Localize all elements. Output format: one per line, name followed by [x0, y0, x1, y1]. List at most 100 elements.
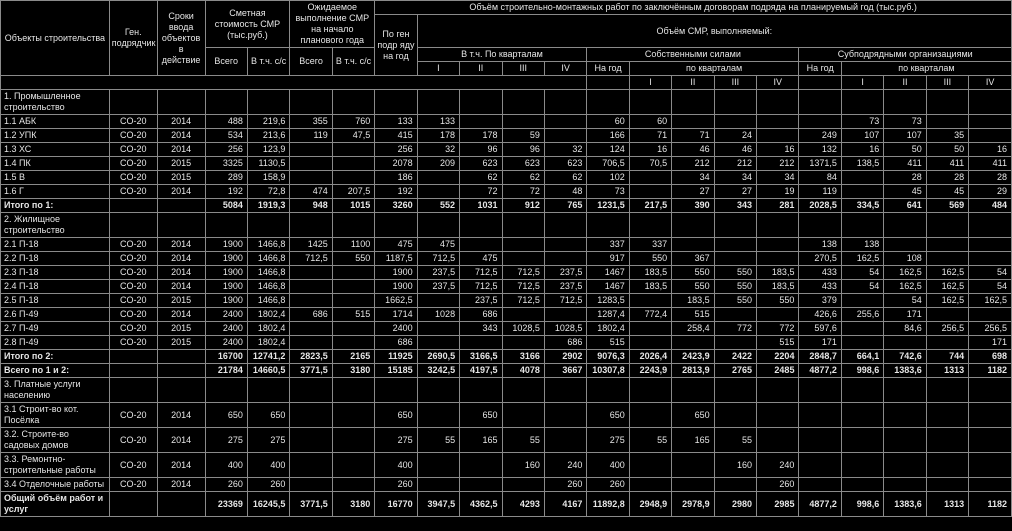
col-exp-total: Всего: [290, 48, 332, 76]
cell: 275: [205, 428, 247, 453]
cell: 1900: [205, 238, 247, 252]
cell: 162,5: [969, 294, 1012, 308]
cell: 1900: [375, 266, 417, 280]
cell: [629, 171, 671, 185]
cell: [672, 238, 714, 252]
cell: [969, 238, 1012, 252]
cell: 400: [247, 453, 289, 478]
cell: [332, 428, 374, 453]
cell: [332, 294, 374, 308]
cell: 515: [587, 336, 629, 350]
cell: [332, 157, 374, 171]
cell: [884, 478, 926, 492]
cell: 2015: [157, 336, 205, 350]
cell: [544, 115, 586, 129]
col-exp-ss: В т.ч. с/с: [332, 48, 374, 76]
cell: [544, 90, 586, 115]
row-label: Общий объём работ и услуг: [1, 492, 110, 517]
cell: 1383,6: [884, 492, 926, 517]
cell: 1031: [460, 199, 502, 213]
cell: 14660,5: [247, 364, 289, 378]
cell: [417, 453, 459, 478]
cell: [247, 378, 289, 403]
cell: 760: [332, 115, 374, 129]
cell: [714, 252, 756, 266]
cell: 411: [926, 157, 968, 171]
cell: 917: [587, 252, 629, 266]
cell: 60: [587, 115, 629, 129]
row-label: 1.6 Г: [1, 185, 110, 199]
cell: [969, 403, 1012, 428]
cell: [714, 403, 756, 428]
cell: [157, 350, 205, 364]
cell: CO-20: [109, 336, 157, 350]
cell: 2015: [157, 294, 205, 308]
cell: 475: [375, 238, 417, 252]
cell: 4197,5: [460, 364, 502, 378]
cell: 1919,3: [247, 199, 289, 213]
cell: 686: [544, 336, 586, 350]
cell: 260: [205, 478, 247, 492]
cell: 138,5: [841, 157, 883, 171]
row-label: 3.2. Строите-во садовых домов: [1, 428, 110, 453]
cell: [460, 453, 502, 478]
cell: 998,6: [841, 364, 883, 378]
cell: [417, 478, 459, 492]
cell: 275: [247, 428, 289, 453]
cell: [714, 478, 756, 492]
cell: [109, 213, 157, 238]
cell: [969, 252, 1012, 266]
row-label: 2.4 П-18: [1, 280, 110, 294]
cell: 2422: [714, 350, 756, 364]
cell: 260: [544, 478, 586, 492]
cell: 119: [290, 129, 332, 143]
cell: [460, 213, 502, 238]
row-label: 1.4 ПК: [1, 157, 110, 171]
cell: 2204: [757, 350, 799, 364]
cell: 55: [502, 428, 544, 453]
cell: 390: [672, 199, 714, 213]
cell: [884, 213, 926, 238]
cell: 2980: [714, 492, 756, 517]
cell: [502, 90, 544, 115]
cell: [157, 364, 205, 378]
cell: 55: [417, 428, 459, 453]
cell: CO-20: [109, 143, 157, 157]
construction-plan-table: Объекты строительства Ген. подрядчик Сро…: [0, 0, 1012, 517]
cell: 343: [714, 199, 756, 213]
cell: [205, 213, 247, 238]
cell: 4877,2: [799, 364, 841, 378]
cell: [502, 213, 544, 238]
cell: [544, 428, 586, 453]
cell: 550: [629, 252, 671, 266]
cell: 3166: [502, 350, 544, 364]
cell: 240: [757, 453, 799, 478]
cell: 62: [460, 171, 502, 185]
cell: CO-20: [109, 478, 157, 492]
row-label: 2.1 П-18: [1, 238, 110, 252]
cell: [672, 213, 714, 238]
cell: 96: [460, 143, 502, 157]
cell: [757, 129, 799, 143]
cell: [714, 238, 756, 252]
cell: 16770: [375, 492, 417, 517]
cell: 552: [417, 199, 459, 213]
table-row: 3.4 Отделочные работыCO-2020142602602602…: [1, 478, 1012, 492]
cell: 550: [714, 266, 756, 280]
col-dates: Сроки ввода объектов в действие: [157, 1, 205, 76]
cell: 213,6: [247, 129, 289, 143]
cell: 45: [926, 185, 968, 199]
cell: [841, 213, 883, 238]
cell: 270,5: [799, 252, 841, 266]
cell: 1283,5: [587, 294, 629, 308]
cell: CO-20: [109, 266, 157, 280]
cell: 178: [460, 129, 502, 143]
cell: [205, 90, 247, 115]
cell: 133: [417, 115, 459, 129]
cell: CO-20: [109, 115, 157, 129]
cell: 54: [841, 266, 883, 280]
cell: [841, 378, 883, 403]
col-object: Объекты строительства: [1, 1, 110, 76]
cell: 1383,6: [884, 364, 926, 378]
cell: 212: [672, 157, 714, 171]
